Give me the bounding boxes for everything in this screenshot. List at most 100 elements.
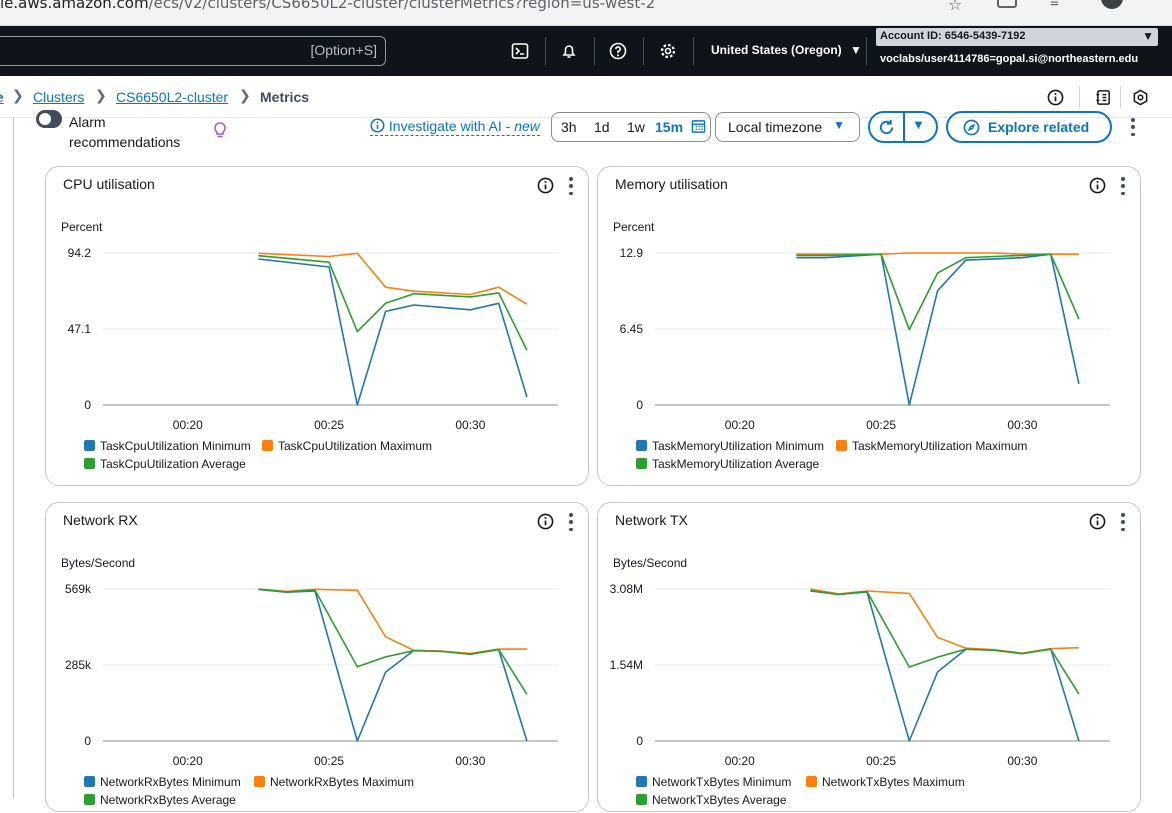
info-icon[interactable] bbox=[1046, 88, 1064, 106]
legend-label: NetworkTxBytes Average bbox=[652, 793, 787, 807]
bell-icon[interactable] bbox=[559, 41, 579, 61]
y-axis-label: Percent bbox=[613, 220, 655, 234]
x-tick-label: 00:25 bbox=[866, 418, 896, 432]
range-15m[interactable]: 15m bbox=[655, 119, 683, 135]
legend-swatch bbox=[84, 794, 95, 805]
breadcrumb-prev[interactable]: e bbox=[0, 89, 4, 105]
legend-item[interactable]: NetworkTxBytes Minimum bbox=[636, 775, 791, 789]
y-tick-label: 47.1 bbox=[68, 322, 92, 336]
network-tx-panel: Network TX Bytes/Second 3.08M 1.54M 0 00:20 0… bbox=[597, 502, 1141, 812]
y-axis-label: Percent bbox=[61, 220, 103, 234]
breadcrumb-cluster[interactable]: CS6650L2-cluster bbox=[116, 89, 228, 105]
search-input[interactable]: [Option+S] bbox=[0, 36, 386, 66]
legend-label: TaskMemoryUtilization Average bbox=[652, 457, 820, 471]
legend-label: NetworkRxBytes Minimum bbox=[100, 775, 241, 789]
region-label: United States (Oregon) bbox=[711, 43, 842, 57]
legend-item[interactable]: TaskMemoryUtilization Minimum bbox=[636, 439, 824, 453]
calendar-icon[interactable] bbox=[691, 119, 706, 134]
cpu-utilisation-panel: CPU utilisation Percent 94.2 47.1 0 00:20 00:… bbox=[45, 166, 589, 486]
nav-separator bbox=[594, 37, 595, 65]
range-1w[interactable]: 1w bbox=[627, 119, 645, 135]
x-tick-label: 00:25 bbox=[866, 754, 896, 768]
series-line bbox=[810, 588, 1079, 654]
legend-item[interactable]: NetworkRxBytes Minimum bbox=[84, 775, 241, 789]
compass-icon bbox=[963, 119, 980, 136]
nav-separator bbox=[545, 37, 546, 65]
legend-swatch bbox=[636, 458, 647, 469]
help-icon[interactable] bbox=[608, 41, 628, 61]
time-range-selector: 3h 1d 1w 15m bbox=[551, 112, 711, 142]
refresh-icon[interactable] bbox=[877, 118, 896, 137]
tool-separator bbox=[1079, 86, 1080, 108]
legend-item[interactable]: NetworkRxBytes Maximum bbox=[254, 775, 414, 789]
breadcrumb-clusters[interactable]: Clusters bbox=[33, 89, 84, 105]
legend-item[interactable]: TaskCpuUtilization Average bbox=[84, 457, 246, 471]
legend-label: TaskCpuUtilization Minimum bbox=[100, 439, 251, 453]
range-3h[interactable]: 3h bbox=[561, 119, 577, 135]
series-line bbox=[796, 253, 1080, 406]
chevron-right-icon: ❯ bbox=[95, 87, 107, 103]
account-menu[interactable]: Account ID: 6546-5439-7192 ▼ bbox=[876, 28, 1158, 46]
network-rx-panel: Network RX Bytes/Second 569k 285k 0 00:20 00:… bbox=[45, 502, 589, 812]
reading-list-icon[interactable]: ≡ bbox=[1050, 0, 1059, 11]
alarm-recommendations-toggle[interactable] bbox=[36, 110, 62, 128]
more-actions-icon[interactable] bbox=[1130, 118, 1136, 136]
nav-separator bbox=[643, 37, 644, 65]
legend-label: TaskCpuUtilization Average bbox=[100, 457, 246, 471]
y-tick-label: 6.45 bbox=[620, 322, 644, 336]
legend-item[interactable]: TaskCpuUtilization Maximum bbox=[262, 439, 432, 453]
legend-swatch bbox=[84, 776, 95, 787]
x-tick-label: 00:20 bbox=[725, 418, 755, 432]
range-1d[interactable]: 1d bbox=[594, 119, 610, 135]
legend-swatch bbox=[836, 440, 847, 451]
lightbulb-icon[interactable] bbox=[212, 121, 228, 144]
x-tick-label: 00:20 bbox=[173, 754, 203, 768]
url-host: le.aws.amazon.com bbox=[0, 0, 149, 12]
explore-related-label: Explore related bbox=[988, 119, 1090, 135]
breadcrumb-current: Metrics bbox=[260, 89, 310, 105]
legend-label: NetworkRxBytes Maximum bbox=[270, 775, 415, 789]
profile-avatar[interactable] bbox=[1101, 0, 1123, 9]
bookmark-star-icon[interactable]: ☆ bbox=[948, 0, 962, 15]
legend-item[interactable]: TaskMemoryUtilization Average bbox=[636, 457, 819, 471]
cloudshell-icon[interactable] bbox=[510, 41, 530, 61]
y-tick-label: 0 bbox=[84, 398, 91, 412]
notes-icon[interactable] bbox=[1094, 88, 1112, 106]
legend-item[interactable]: TaskMemoryUtilization Maximum bbox=[836, 439, 1027, 453]
x-tick-label: 00:25 bbox=[314, 418, 344, 432]
legend-item[interactable]: NetworkTxBytes Maximum bbox=[806, 775, 965, 789]
account-id: Account ID: 6546-5439-7192 bbox=[880, 30, 1026, 42]
investigate-label: Investigate with AI - bbox=[388, 118, 515, 134]
legend-swatch bbox=[636, 776, 647, 787]
legend-item[interactable]: NetworkTxBytes Average bbox=[636, 793, 787, 807]
legend-swatch bbox=[84, 440, 95, 451]
legend-swatch bbox=[262, 440, 273, 451]
user-name: voclabs/user4114786=gopal.si@northeaster… bbox=[880, 53, 1139, 65]
aws-top-nav: [Option+S] United States (Oregon) ▼ Acco… bbox=[0, 26, 1172, 76]
legend-swatch bbox=[806, 776, 817, 787]
legend-item[interactable]: TaskCpuUtilization Minimum bbox=[84, 439, 251, 453]
legend-label: NetworkTxBytes Minimum bbox=[652, 775, 792, 789]
gear-icon[interactable] bbox=[658, 41, 678, 61]
metrics-controls: Alarm recommendations Investigate with A… bbox=[0, 110, 1172, 156]
series-line bbox=[258, 254, 528, 351]
region-selector[interactable]: United States (Oregon) ▼ bbox=[711, 43, 862, 57]
series-line bbox=[258, 258, 528, 406]
legend-item[interactable]: NetworkRxBytes Average bbox=[84, 793, 236, 807]
investigate-with-ai-link[interactable]: Investigate with AI - new bbox=[370, 118, 540, 136]
explore-related-button[interactable]: Explore related bbox=[946, 111, 1112, 143]
url-text[interactable]: le.aws.amazon.com/ecs/v2/clusters/CS6650… bbox=[0, 0, 655, 12]
y-tick-label: 94.2 bbox=[68, 246, 92, 260]
y-tick-label: 569k bbox=[65, 582, 92, 596]
hexagon-icon[interactable] bbox=[1131, 88, 1149, 106]
browser-address-bar[interactable]: le.aws.amazon.com/ecs/v2/clusters/CS6650… bbox=[0, 0, 1172, 26]
extensions-icon[interactable] bbox=[997, 0, 1017, 8]
search-shortcut-hint: [Option+S] bbox=[310, 42, 377, 58]
timezone-select[interactable]: Local timezone ▼ bbox=[715, 112, 860, 142]
refresh-options-caret-icon[interactable]: ▼ bbox=[912, 117, 925, 132]
y-tick-label: 285k bbox=[65, 658, 92, 672]
legend-label: NetworkRxBytes Average bbox=[100, 793, 236, 807]
caret-down-icon: ▼ bbox=[850, 43, 862, 57]
alarm-recommendations-label: Alarm recommendations bbox=[69, 112, 180, 152]
series-line bbox=[258, 588, 527, 655]
